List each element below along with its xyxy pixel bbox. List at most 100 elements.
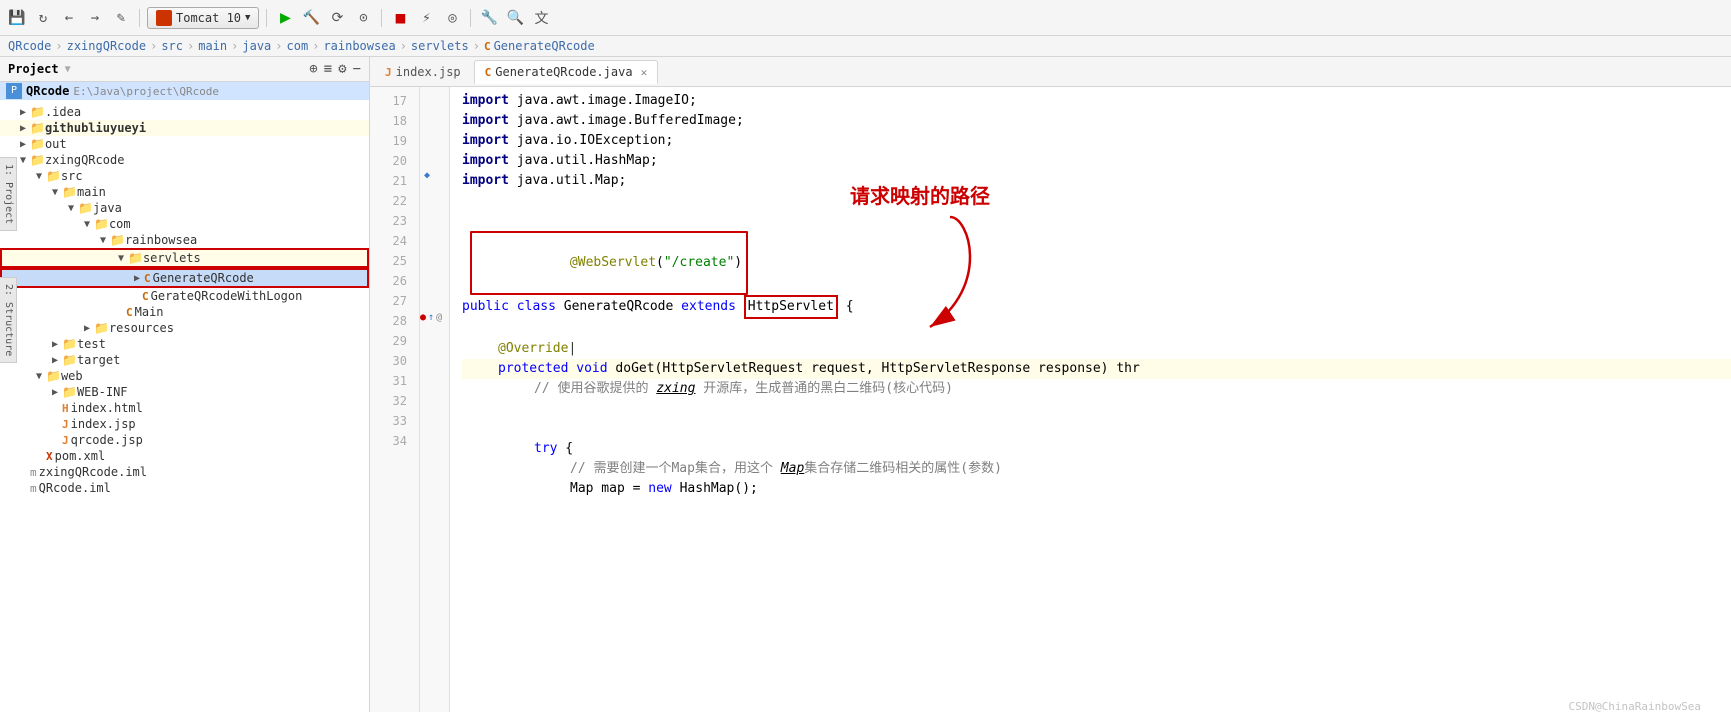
code-line-23	[462, 211, 1731, 231]
target-label: target	[77, 353, 120, 367]
folder-servlets-icon: 📁	[128, 251, 143, 265]
tree-main[interactable]: ▼ 📁 main	[0, 184, 369, 200]
dropdown-icon[interactable]: ⊙	[352, 7, 374, 29]
code-line-17: import java.awt.image.ImageIO;	[462, 91, 1731, 111]
settings-icon[interactable]: 🔧	[478, 7, 500, 29]
bc-com[interactable]: com	[287, 39, 309, 53]
sidebar-minus-icon[interactable]: −	[353, 61, 361, 77]
bc-qrcode[interactable]: QRcode	[8, 39, 51, 53]
tree-out[interactable]: ▶ 📁 out	[0, 136, 369, 152]
translate-icon[interactable]: 文	[530, 7, 552, 29]
arrow-servlets: ▼	[114, 253, 128, 264]
tree-gerate[interactable]: C GerateQRcodeWithLogon	[0, 288, 369, 304]
arrow-com: ▼	[80, 219, 94, 230]
arrow-out: ▶	[16, 139, 30, 150]
ln-30: 30	[378, 351, 411, 371]
bc-src[interactable]: src	[161, 39, 183, 53]
tab-java-label: GenerateQRcode.java	[495, 65, 632, 79]
back-icon[interactable]: ←	[58, 7, 80, 29]
code-editor[interactable]: 17 18 19 20 21 22 23 24 25 26 27 28 29 3…	[370, 87, 1731, 712]
tree-indexhtml[interactable]: H index.html	[0, 400, 369, 416]
coverage-icon[interactable]: ◎	[441, 7, 463, 29]
arrow-java: ▼	[64, 203, 78, 214]
tree-resources[interactable]: ▶ 📁 resources	[0, 320, 369, 336]
search-icon[interactable]: 🔍	[504, 7, 526, 29]
bc-servlets[interactable]: servlets	[411, 39, 469, 53]
sidebar-gear-icon[interactable]: ⚙	[338, 61, 346, 77]
tree-test[interactable]: ▶ 📁 test	[0, 336, 369, 352]
tree-webinf[interactable]: ▶ 📁 WEB-INF	[0, 384, 369, 400]
forward-icon[interactable]: →	[84, 7, 106, 29]
tab-java-icon: C	[485, 66, 492, 79]
bc-filename: GenerateQRcode	[494, 39, 595, 53]
tree-zxingiml[interactable]: m zxingQRcode.iml	[0, 464, 369, 480]
java-label: java	[93, 201, 122, 215]
sidebar-globe-icon[interactable]: ⊕	[309, 61, 317, 77]
code-content[interactable]: import java.awt.image.ImageIO; import ja…	[450, 87, 1731, 712]
ln-27: 27	[378, 291, 411, 311]
folder-test-icon: 📁	[62, 337, 77, 351]
tree-qrcodejsp[interactable]: J qrcode.jsp	[0, 432, 369, 448]
tab-generate-java[interactable]: C GenerateQRcode.java ✕	[474, 60, 659, 84]
arrow-test: ▶	[48, 339, 62, 350]
tree-root[interactable]: P QRcode E:\Java\project\QRcode	[0, 82, 369, 100]
tree-servlets[interactable]: ▼ 📁 servlets	[0, 248, 369, 268]
annotation-box: @WebServlet("/create")	[470, 231, 748, 295]
tree-java[interactable]: ▼ 📁 java	[0, 200, 369, 216]
bc-rainbowsea[interactable]: rainbowsea	[323, 39, 395, 53]
save-icon[interactable]: 💾	[6, 7, 28, 29]
bc-java-icon: C	[484, 40, 491, 53]
tab-index-jsp[interactable]: J index.jsp	[374, 60, 472, 83]
sidebar-menu-icon[interactable]: ≡	[324, 61, 332, 77]
tree-github[interactable]: ▶ 📁 githubliuyueyi	[0, 120, 369, 136]
tree-indexjsp[interactable]: J index.jsp	[0, 416, 369, 432]
project-dropdown-icon[interactable]: ▼	[65, 64, 71, 75]
arrow-generate: ▶	[130, 273, 144, 284]
arrow-rainbowsea: ▼	[96, 235, 110, 246]
tree-com[interactable]: ▼ 📁 com	[0, 216, 369, 232]
class-generate-icon: C	[144, 272, 151, 285]
arrow-idea: ▶	[16, 107, 30, 118]
tree-pom[interactable]: X pom.xml	[0, 448, 369, 464]
stop-icon[interactable]: ■	[389, 7, 411, 29]
code-line-29: // 使用谷歌提供的 zxing 开源库，生成普通的黑白二维码(核心代码)	[462, 379, 1731, 399]
structure-tab[interactable]: 2: Structure	[0, 277, 17, 363]
folder-web-icon: 📁	[46, 369, 61, 383]
tree-idea[interactable]: ▶ 📁 .idea	[0, 104, 369, 120]
refresh-icon[interactable]: ↻	[32, 7, 54, 29]
gutter-21: ◆	[420, 167, 449, 187]
pencil-icon[interactable]: ✎	[110, 7, 132, 29]
reload-icon[interactable]: ⟳	[326, 7, 348, 29]
src-label: src	[61, 169, 83, 183]
ln-23: 23	[378, 211, 411, 231]
gutter-29	[420, 327, 449, 347]
bc-main[interactable]: main	[198, 39, 227, 53]
run-icon[interactable]: ▶	[274, 7, 296, 29]
tree-qrcodeiml[interactable]: m QRcode.iml	[0, 480, 369, 496]
tree-web[interactable]: ▼ 📁 web	[0, 368, 369, 384]
bc-file: C GenerateQRcode	[484, 39, 595, 53]
tree-rainbowsea[interactable]: ▼ 📁 rainbowsea	[0, 232, 369, 248]
tree-generate[interactable]: ▶ C GenerateQRcode	[0, 268, 369, 288]
sidebar-header: Project ▼ ⊕ ≡ ⚙ −	[0, 57, 369, 82]
project-tab[interactable]: 1: Project	[0, 157, 17, 231]
bc-zxing[interactable]: zxingQRcode	[67, 39, 146, 53]
tree-target[interactable]: ▶ 📁 target	[0, 352, 369, 368]
tab-jsp-icon: J	[385, 66, 392, 79]
tree-zxing[interactable]: ▼ 📁 zxingQRcode	[0, 152, 369, 168]
tree-main-class[interactable]: C Main	[0, 304, 369, 320]
profile-icon[interactable]: ⚡	[415, 7, 437, 29]
tree-src[interactable]: ▼ 📁 src	[0, 168, 369, 184]
webinf-label: WEB-INF	[77, 385, 128, 399]
idea-label: .idea	[45, 105, 81, 119]
arrow-main: ▼	[48, 187, 62, 198]
build-icon[interactable]: 🔨	[300, 7, 322, 29]
main-label: main	[77, 185, 106, 199]
jsp2-icon: J	[62, 434, 69, 447]
gutter-26	[420, 267, 449, 287]
folder-com-icon: 📁	[94, 217, 109, 231]
gerate-label: GerateQRcodeWithLogon	[151, 289, 303, 303]
tab-close-icon[interactable]: ✕	[641, 66, 648, 79]
bc-java[interactable]: java	[242, 39, 271, 53]
tomcat-button[interactable]: Tomcat 10 ▼	[147, 7, 259, 29]
